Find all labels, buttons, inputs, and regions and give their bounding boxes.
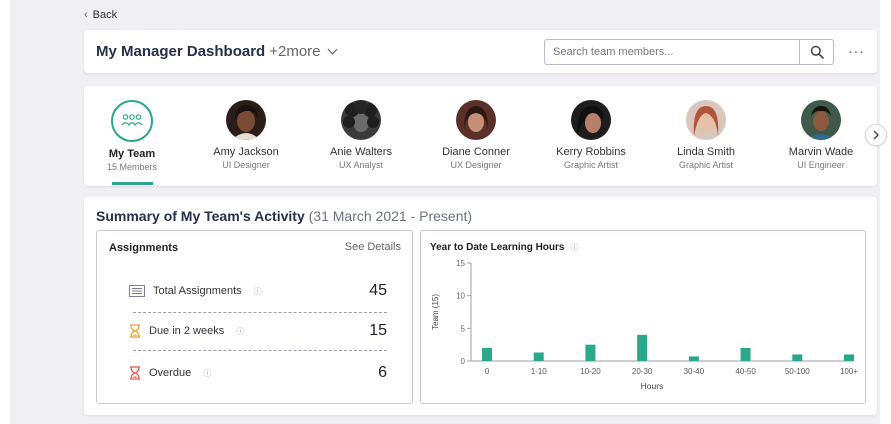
- assignment-label: Total Assignments: [153, 285, 242, 297]
- member-role: Graphic Artist: [678, 160, 734, 170]
- y-tick-label: 10: [456, 292, 465, 301]
- back-label: Back: [92, 9, 118, 21]
- x-tick-label: 10-20: [580, 367, 601, 376]
- x-axis-label: Hours: [641, 381, 664, 391]
- hourglass-red-icon: [130, 366, 140, 380]
- bar: [637, 334, 648, 361]
- x-tick-label: 40-50: [735, 367, 756, 376]
- hourglass-icon: [130, 324, 140, 338]
- team-member-diane-conner[interactable]: Diane Conner UX Designer: [421, 100, 531, 170]
- list-icon: [129, 285, 145, 297]
- assignment-row-overdue[interactable]: Overdue ⓘ 6: [129, 362, 387, 384]
- chevron-left-icon: ‹: [84, 9, 88, 21]
- member-name: Marvin Wade: [788, 146, 854, 158]
- date-range: (31 March 2021 - Present): [308, 208, 473, 224]
- x-tick-label: 0: [485, 367, 490, 376]
- summary-heading: Summary of My Team's Activity: [96, 208, 305, 224]
- assignment-row-due[interactable]: Due in 2 weeks ⓘ 15: [129, 320, 387, 342]
- search-button[interactable]: [799, 40, 833, 64]
- divider: [133, 350, 387, 351]
- team-member-my-team[interactable]: My Team 15 Members: [77, 100, 187, 172]
- avatar: [686, 100, 726, 140]
- bar: [844, 354, 854, 361]
- avatar: [571, 100, 611, 140]
- x-tick-label: 1-10: [531, 367, 548, 376]
- assignment-row-total[interactable]: Total Assignments ⓘ 45: [129, 280, 387, 302]
- more-menu-button[interactable]: ···: [848, 43, 865, 59]
- member-name: My Team: [108, 148, 156, 160]
- member-name: Diane Conner: [442, 146, 510, 158]
- carousel-next-button[interactable]: [865, 124, 887, 146]
- assignment-value: 6: [378, 364, 387, 381]
- member-role: UX Analyst: [338, 160, 384, 170]
- bar: [533, 352, 544, 361]
- info-icon[interactable]: ⓘ: [254, 286, 262, 297]
- member-name: Linda Smith: [676, 146, 736, 158]
- chevron-right-icon: [873, 130, 879, 140]
- member-name: Kerry Robbins: [556, 146, 626, 158]
- member-role: UI Engineer: [797, 160, 845, 170]
- bar: [688, 356, 699, 361]
- member-role: Graphic Artist: [563, 160, 619, 170]
- divider: [133, 312, 387, 313]
- x-tick-label: 20-30: [632, 367, 653, 376]
- y-tick-label: 15: [456, 259, 465, 268]
- bar: [792, 354, 803, 361]
- learning-hours-chart: 0 5 10 15 0 1-10 10-20 20-30 30-40 40-50 50-100 100…: [431, 259, 858, 391]
- team-member-marvin-wade[interactable]: Marvin Wade UI Engineer: [766, 100, 876, 170]
- bar: [740, 347, 751, 361]
- assignment-label: Due in 2 weeks: [149, 325, 225, 337]
- search-input[interactable]: [545, 40, 799, 64]
- avatar: [341, 100, 381, 140]
- search-box: [544, 39, 834, 65]
- learning-hours-panel: Year to Date Learning Hours ⓘ 0 5 10 15 0 1-1…: [420, 230, 866, 404]
- team-member-kerry-robbins[interactable]: Kerry Robbins Graphic Artist: [536, 100, 646, 170]
- page-title: My Manager Dashboard: [96, 43, 266, 60]
- y-tick-label: 0: [461, 357, 466, 366]
- info-icon[interactable]: ⓘ: [203, 368, 211, 379]
- bar: [585, 344, 596, 361]
- team-icon: [111, 100, 153, 142]
- back-link[interactable]: ‹ Back: [84, 9, 117, 21]
- member-name: Anie Walters: [330, 146, 392, 158]
- selected-indicator: [112, 182, 153, 185]
- member-role: 15 Members: [106, 162, 158, 172]
- bar: [482, 347, 492, 361]
- team-member-anie-walters[interactable]: Anie Walters UX Analyst: [306, 100, 416, 170]
- x-tick-label: 50-100: [785, 367, 810, 376]
- avatar: [801, 100, 841, 140]
- dashboard-selector[interactable]: My Manager Dashboard +2more: [96, 43, 337, 60]
- assignment-value: 15: [369, 322, 387, 339]
- y-axis-label: Team (15): [431, 294, 440, 330]
- see-details-link[interactable]: See Details: [345, 241, 401, 253]
- assignments-panel: Assignments See Details Total Assignment…: [96, 230, 413, 404]
- assignments-title: Assignments: [109, 242, 179, 254]
- assignment-label: Overdue: [149, 367, 192, 379]
- assignment-value: 45: [369, 282, 387, 299]
- avatar: [226, 100, 266, 140]
- search-icon: [810, 45, 824, 59]
- summary-title: Summary of My Team's Activity (31 March …: [96, 208, 472, 224]
- y-tick-label: 5: [461, 324, 466, 333]
- member-role: UI Designer: [222, 160, 270, 170]
- team-member-amy-jackson[interactable]: Amy Jackson UI Designer: [191, 100, 301, 170]
- x-tick-label: 100+: [840, 367, 858, 376]
- member-role: UX Designer: [450, 160, 502, 170]
- avatar: [456, 100, 496, 140]
- chevron-down-icon: [327, 44, 337, 55]
- member-name: Amy Jackson: [213, 146, 279, 158]
- x-tick-label: 30-40: [684, 367, 705, 376]
- info-icon[interactable]: ⓘ: [236, 326, 244, 337]
- team-carousel: My Team 15 Members Amy Jackson UI Design…: [84, 86, 877, 186]
- more-dashboards: +2more: [269, 43, 321, 60]
- dashboard-header: My Manager Dashboard +2more ···: [84, 30, 877, 73]
- team-activity-summary: Summary of My Team's Activity (31 March …: [84, 197, 877, 415]
- team-member-linda-smith[interactable]: Linda Smith Graphic Artist: [651, 100, 761, 170]
